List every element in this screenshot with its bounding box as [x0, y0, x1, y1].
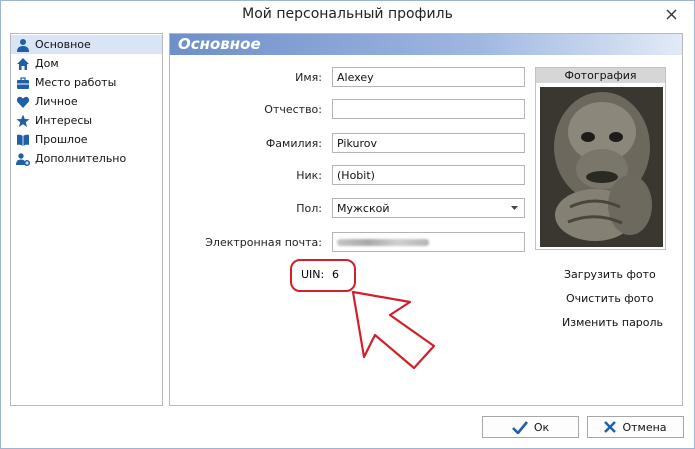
sidebar-item-label: Интересы: [35, 114, 93, 127]
first-name-field[interactable]: Alexey: [332, 67, 525, 87]
user-icon: [15, 37, 31, 53]
briefcase-icon: [15, 75, 31, 91]
annotation-arrow: [351, 290, 436, 370]
email-label: Электронная почта:: [205, 236, 322, 249]
ok-button[interactable]: Ок: [482, 416, 579, 438]
chevron-down-icon: [511, 206, 518, 210]
close-button[interactable]: [662, 5, 680, 23]
profile-dialog: Мой персональный профиль Основное Дом Ме…: [0, 0, 695, 449]
sidebar-item-label: Дом: [35, 57, 59, 70]
sidebar-item-label: Основное: [35, 38, 91, 51]
cancel-icon: [604, 421, 617, 433]
gender-value: Мужской: [337, 201, 390, 215]
home-icon: [15, 56, 31, 72]
sidebar: Основное Дом Место работы Личное Интерес…: [10, 33, 163, 406]
window-title: Мой персональный профиль: [242, 6, 453, 22]
middle-name-field[interactable]: [332, 99, 525, 119]
star-icon: [15, 113, 31, 129]
chimp-image: [540, 87, 663, 247]
sidebar-item-personal[interactable]: Личное: [11, 92, 162, 111]
photo-panel: Фотография: [535, 67, 666, 250]
profile-photo: [540, 87, 663, 247]
sidebar-item-interests[interactable]: Интересы: [11, 111, 162, 130]
photo-title: Фотография: [536, 68, 665, 83]
sidebar-item-additional[interactable]: Дополнительно: [11, 149, 162, 168]
change-password-link[interactable]: Изменить пароль: [562, 316, 663, 329]
title-bar: Мой персональный профиль: [1, 1, 694, 29]
sidebar-item-label: Дополнительно: [35, 152, 127, 165]
close-icon: [666, 9, 676, 19]
last-name-field[interactable]: Pikurov: [332, 133, 525, 153]
uin-label: UIN:: [301, 268, 325, 281]
sidebar-item-past[interactable]: Прошлое: [11, 130, 162, 149]
uin-value: 6: [332, 268, 339, 281]
first-name-label: Имя:: [295, 71, 322, 84]
email-redacted: [337, 238, 429, 246]
cancel-label: Отмена: [622, 420, 667, 434]
gender-label: Пол:: [296, 202, 322, 215]
sidebar-item-basic[interactable]: Основное: [11, 35, 162, 54]
nick-field[interactable]: (Hobit): [332, 165, 525, 185]
middle-name-label: Отчество:: [264, 103, 322, 116]
sidebar-item-label: Личное: [35, 95, 78, 108]
clear-photo-link[interactable]: Очистить фото: [566, 292, 654, 305]
sidebar-item-home[interactable]: Дом: [11, 54, 162, 73]
upload-photo-link[interactable]: Загрузить фото: [564, 268, 656, 281]
book-icon: [15, 132, 31, 148]
heart-icon: [15, 94, 31, 110]
sidebar-item-label: Место работы: [35, 76, 117, 89]
last-name-label: Фамилия:: [265, 137, 322, 150]
user-plus-icon: [15, 151, 31, 167]
checkmark-icon: [511, 420, 528, 434]
ok-label: Ок: [533, 420, 550, 434]
sidebar-item-label: Прошлое: [35, 133, 88, 146]
section-title: Основное: [178, 35, 261, 53]
nick-label: Ник:: [296, 169, 322, 182]
sidebar-item-work[interactable]: Место работы: [11, 73, 162, 92]
main-panel: Основное Имя: Alexey Отчество: Фамилия: …: [169, 33, 683, 406]
section-header: Основное: [170, 34, 682, 55]
email-field[interactable]: [332, 232, 525, 252]
gender-select[interactable]: Мужской: [332, 198, 525, 218]
cancel-button[interactable]: Отмена: [587, 416, 684, 438]
